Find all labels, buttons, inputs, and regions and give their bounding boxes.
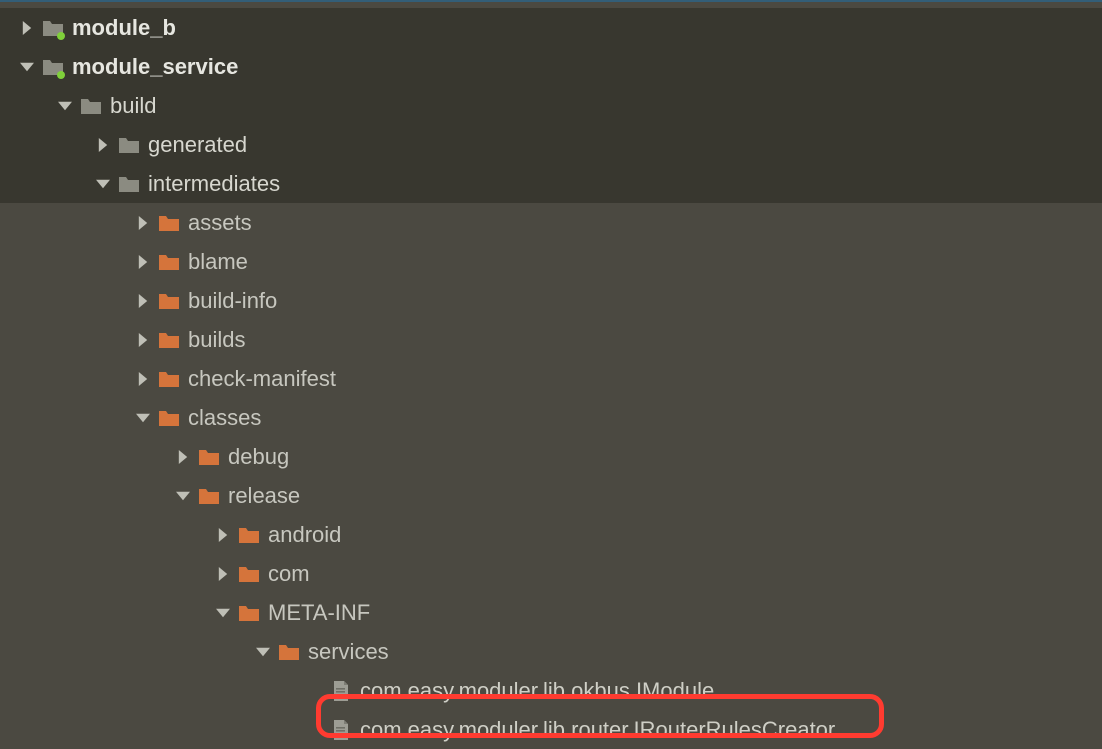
tree-label: com.easy.moduler.lib.okbus.IModule <box>360 680 714 702</box>
chevron-right-icon[interactable] <box>134 292 152 310</box>
folder-icon <box>80 95 102 117</box>
tree-label: release <box>228 485 300 507</box>
folder-orange-icon <box>238 524 260 546</box>
chevron-right-icon[interactable] <box>174 448 192 466</box>
chevron-down-icon[interactable] <box>214 604 232 622</box>
chevron-right-icon[interactable] <box>18 19 36 37</box>
tree-label: module_service <box>72 56 238 78</box>
tree-label: intermediates <box>148 173 280 195</box>
tree-row-generated[interactable]: generated <box>0 125 1102 164</box>
tree-row-blame[interactable]: blame <box>0 242 1102 281</box>
folder-icon <box>118 173 140 195</box>
file-icon <box>330 719 352 741</box>
tree-label: assets <box>188 212 252 234</box>
tree-row-services[interactable]: services <box>0 632 1102 671</box>
folder-orange-icon <box>158 368 180 390</box>
tree-row-debug[interactable]: debug <box>0 437 1102 476</box>
tree-row-builds[interactable]: builds <box>0 320 1102 359</box>
folder-orange-icon <box>158 407 180 429</box>
chevron-down-icon[interactable] <box>254 643 272 661</box>
tree-label: check-manifest <box>188 368 336 390</box>
folder-orange-icon <box>158 329 180 351</box>
chevron-down-icon[interactable] <box>94 175 112 193</box>
tree-row-meta-inf[interactable]: META-INF <box>0 593 1102 632</box>
chevron-right-icon[interactable] <box>134 331 152 349</box>
tree-row-module-service[interactable]: module_service <box>0 47 1102 86</box>
chevron-down-icon[interactable] <box>134 409 152 427</box>
chevron-right-icon[interactable] <box>134 370 152 388</box>
tree-label: debug <box>228 446 289 468</box>
tree-label: META-INF <box>268 602 370 624</box>
tree-label: android <box>268 524 341 546</box>
folder-orange-icon <box>158 251 180 273</box>
tree-row-android[interactable]: android <box>0 515 1102 554</box>
tree-label: build <box>110 95 156 117</box>
tree-row-classes[interactable]: classes <box>0 398 1102 437</box>
tree-label: builds <box>188 329 245 351</box>
tree-row-file-imodule[interactable]: com.easy.moduler.lib.okbus.IModule <box>0 671 1102 710</box>
folder-orange-icon <box>158 212 180 234</box>
folder-orange-icon <box>278 641 300 663</box>
module-folder-icon <box>42 56 64 78</box>
tree-label: build-info <box>188 290 277 312</box>
tree-row-build-info[interactable]: build-info <box>0 281 1102 320</box>
chevron-down-icon[interactable] <box>174 487 192 505</box>
tree-row-module-b[interactable]: module_b <box>0 8 1102 47</box>
tree-row-assets[interactable]: assets <box>0 203 1102 242</box>
tree-row-com[interactable]: com <box>0 554 1102 593</box>
tree-row-release[interactable]: release <box>0 476 1102 515</box>
folder-orange-icon <box>158 290 180 312</box>
chevron-right-icon[interactable] <box>94 136 112 154</box>
tree-label: generated <box>148 134 247 156</box>
tree-label: classes <box>188 407 261 429</box>
chevron-right-icon[interactable] <box>134 214 152 232</box>
tree-label: com <box>268 563 310 585</box>
folder-orange-icon <box>198 485 220 507</box>
tree-label: com.easy.moduler.lib.router.IRouterRules… <box>360 719 835 741</box>
folder-orange-icon <box>198 446 220 468</box>
folder-orange-icon <box>238 563 260 585</box>
tree-label: blame <box>188 251 248 273</box>
folder-icon <box>118 134 140 156</box>
project-tree[interactable]: module_b module_service build <box>0 2 1102 749</box>
tree-label: module_b <box>72 17 176 39</box>
tree-row-intermediates[interactable]: intermediates <box>0 164 1102 203</box>
folder-orange-icon <box>238 602 260 624</box>
file-icon <box>330 680 352 702</box>
tree-row-file-irouterrulescreator[interactable]: com.easy.moduler.lib.router.IRouterRules… <box>0 710 1102 749</box>
chevron-right-icon[interactable] <box>214 526 232 544</box>
chevron-down-icon[interactable] <box>56 97 74 115</box>
chevron-right-icon[interactable] <box>214 565 232 583</box>
tree-row-build[interactable]: build <box>0 86 1102 125</box>
module-folder-icon <box>42 17 64 39</box>
tree-label: services <box>308 641 389 663</box>
tree-row-check-manifest[interactable]: check-manifest <box>0 359 1102 398</box>
chevron-down-icon[interactable] <box>18 58 36 76</box>
chevron-right-icon[interactable] <box>134 253 152 271</box>
